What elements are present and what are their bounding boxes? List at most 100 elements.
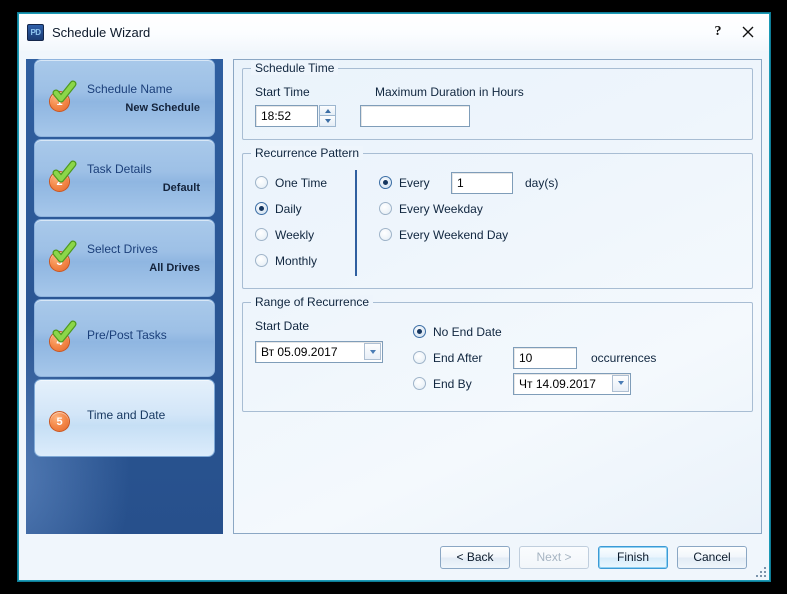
finish-button[interactable]: Finish	[598, 545, 668, 569]
start-date-picker[interactable]	[255, 341, 383, 363]
daily-options-column: Every day(s) Every Weekday Every Weekend…	[379, 170, 740, 276]
sidebar-step-select-drives[interactable]: 3 Select Drives All Drives	[34, 219, 215, 297]
radio-label: Every	[399, 175, 430, 190]
sidebar-step-title: Time and Date	[87, 408, 166, 422]
column-divider	[355, 170, 357, 276]
radio-daily[interactable]: Daily	[255, 198, 355, 219]
occurrences-label: occurrences	[591, 350, 657, 365]
step-badge-2: 2	[47, 160, 79, 194]
radio-indicator	[255, 228, 268, 241]
radio-indicator	[413, 325, 426, 338]
help-button[interactable]: ?	[703, 20, 733, 44]
radio-label: Every Weekday	[399, 201, 483, 216]
title-bar: PD Schedule Wizard ?	[19, 14, 769, 51]
checkmark-icon	[52, 320, 77, 343]
start-date-label: Start Date	[255, 319, 310, 333]
radio-monthly[interactable]: Monthly	[255, 250, 355, 271]
step-texts: Pre/Post Tasks	[87, 328, 214, 348]
radio-label: Monthly	[275, 253, 318, 268]
sidebar-step-title: Task Details	[87, 162, 152, 176]
radio-label: Every Weekend Day	[399, 227, 509, 242]
close-icon	[742, 26, 754, 38]
radio-indicator	[413, 377, 426, 390]
chevron-down-icon	[617, 381, 624, 385]
sidebar-step-title: Select Drives	[87, 242, 158, 256]
sidebar-step-title: Schedule Name	[87, 82, 173, 96]
every-interval-input[interactable]	[451, 171, 513, 194]
resize-grip[interactable]	[753, 564, 766, 577]
start-time-spin-buttons[interactable]	[319, 105, 336, 127]
spin-down-button[interactable]	[319, 116, 336, 127]
start-date-dropdown-button[interactable]	[364, 343, 381, 360]
checkmark-icon	[52, 240, 77, 263]
title-bar-buttons: ?	[703, 20, 763, 44]
close-button[interactable]	[733, 20, 763, 44]
sidebar-step-pre-post-tasks[interactable]: 4 Pre/Post Tasks	[34, 299, 215, 377]
radio-label: End After	[433, 350, 483, 365]
sidebar-step-schedule-name[interactable]: 1 Schedule Name New Schedule	[34, 59, 215, 137]
radio-weekly[interactable]: Weekly	[255, 224, 355, 245]
radio-end-by[interactable]: End By	[413, 372, 740, 395]
range-of-recurrence-legend: Range of Recurrence	[251, 295, 374, 309]
radio-end-after[interactable]: End After occurrences	[413, 346, 740, 369]
end-options-column: No End Date End After occurrences End By	[413, 319, 740, 399]
step-badge-5: 5	[47, 402, 79, 434]
radio-indicator	[379, 176, 392, 189]
step-texts: Schedule Name New Schedule	[87, 82, 214, 114]
start-time-label: Start Time	[255, 85, 310, 99]
next-button: Next >	[519, 545, 589, 569]
sidebar-step-value: All Drives	[149, 262, 200, 274]
schedule-time-legend: Schedule Time	[251, 61, 339, 75]
end-by-date-picker[interactable]	[513, 372, 631, 395]
start-date-column: Start Date	[255, 319, 413, 363]
help-icon: ?	[714, 24, 722, 39]
radio-label: One Time	[275, 175, 328, 190]
step-texts: Select Drives All Drives	[87, 242, 214, 274]
sidebar-step-task-details[interactable]: 2 Task Details Default	[34, 139, 215, 217]
triangle-up-icon	[324, 108, 331, 113]
radio-indicator	[413, 351, 426, 364]
radio-every[interactable]: Every day(s)	[379, 171, 740, 194]
radio-every-weekday[interactable]: Every Weekday	[379, 198, 740, 219]
spin-up-button[interactable]	[319, 105, 336, 116]
radio-label: Weekly	[275, 227, 315, 242]
radio-label: End By	[433, 376, 472, 391]
window-body: 1 Schedule Name New Schedule 2 Task Deta…	[19, 51, 769, 534]
radio-no-end-date[interactable]: No End Date	[413, 321, 740, 342]
frequency-radio-column: One Time Daily Weekly Monthly	[255, 170, 355, 276]
radio-every-weekend-day[interactable]: Every Weekend Day	[379, 224, 740, 245]
max-duration-input[interactable]	[360, 105, 470, 127]
radio-indicator	[255, 202, 268, 215]
start-time-stepper[interactable]	[255, 105, 336, 127]
radio-one-time[interactable]: One Time	[255, 172, 355, 193]
recurrence-pattern-legend: Recurrence Pattern	[251, 146, 364, 160]
step-texts: Task Details Default	[87, 162, 214, 194]
cancel-button[interactable]: Cancel	[677, 545, 747, 569]
radio-label: No End Date	[433, 324, 502, 339]
schedule-time-group: Schedule Time Start Time Maximum Duratio…	[242, 61, 753, 140]
pd-app-icon: PD	[27, 24, 44, 41]
end-by-dropdown-button[interactable]	[612, 374, 629, 392]
back-button[interactable]: < Back	[440, 545, 510, 569]
checkmark-icon	[52, 160, 77, 183]
step-texts: Time and Date	[87, 408, 214, 428]
start-time-input[interactable]	[255, 105, 318, 127]
wizard-steps-sidebar: 1 Schedule Name New Schedule 2 Task Deta…	[26, 59, 223, 534]
occurrences-input[interactable]	[513, 346, 577, 369]
range-of-recurrence-group: Range of Recurrence Start Date Вт 05.09.…	[242, 295, 753, 412]
sidebar-step-time-and-date[interactable]: 5 Time and Date	[34, 379, 215, 457]
radio-label: Daily	[275, 201, 302, 216]
chevron-down-icon	[369, 349, 376, 354]
app-icon-text: PD	[30, 27, 41, 37]
sidebar-step-title: Pre/Post Tasks	[87, 328, 167, 342]
sidebar-step-value: New Schedule	[125, 102, 200, 114]
step-number-badge: 5	[49, 411, 70, 432]
sidebar-step-value: Default	[162, 182, 200, 194]
radio-indicator	[255, 176, 268, 189]
triangle-down-icon	[324, 119, 331, 123]
step-badge-3: 3	[47, 240, 79, 274]
recurrence-pattern-group: Recurrence Pattern One Time Daily Weekly…	[242, 146, 753, 289]
schedule-wizard-window: PD Schedule Wizard ? 1 Schedule Name New…	[18, 13, 770, 581]
max-duration-label: Maximum Duration in Hours	[375, 85, 524, 99]
step-badge-4: 4	[47, 320, 79, 354]
